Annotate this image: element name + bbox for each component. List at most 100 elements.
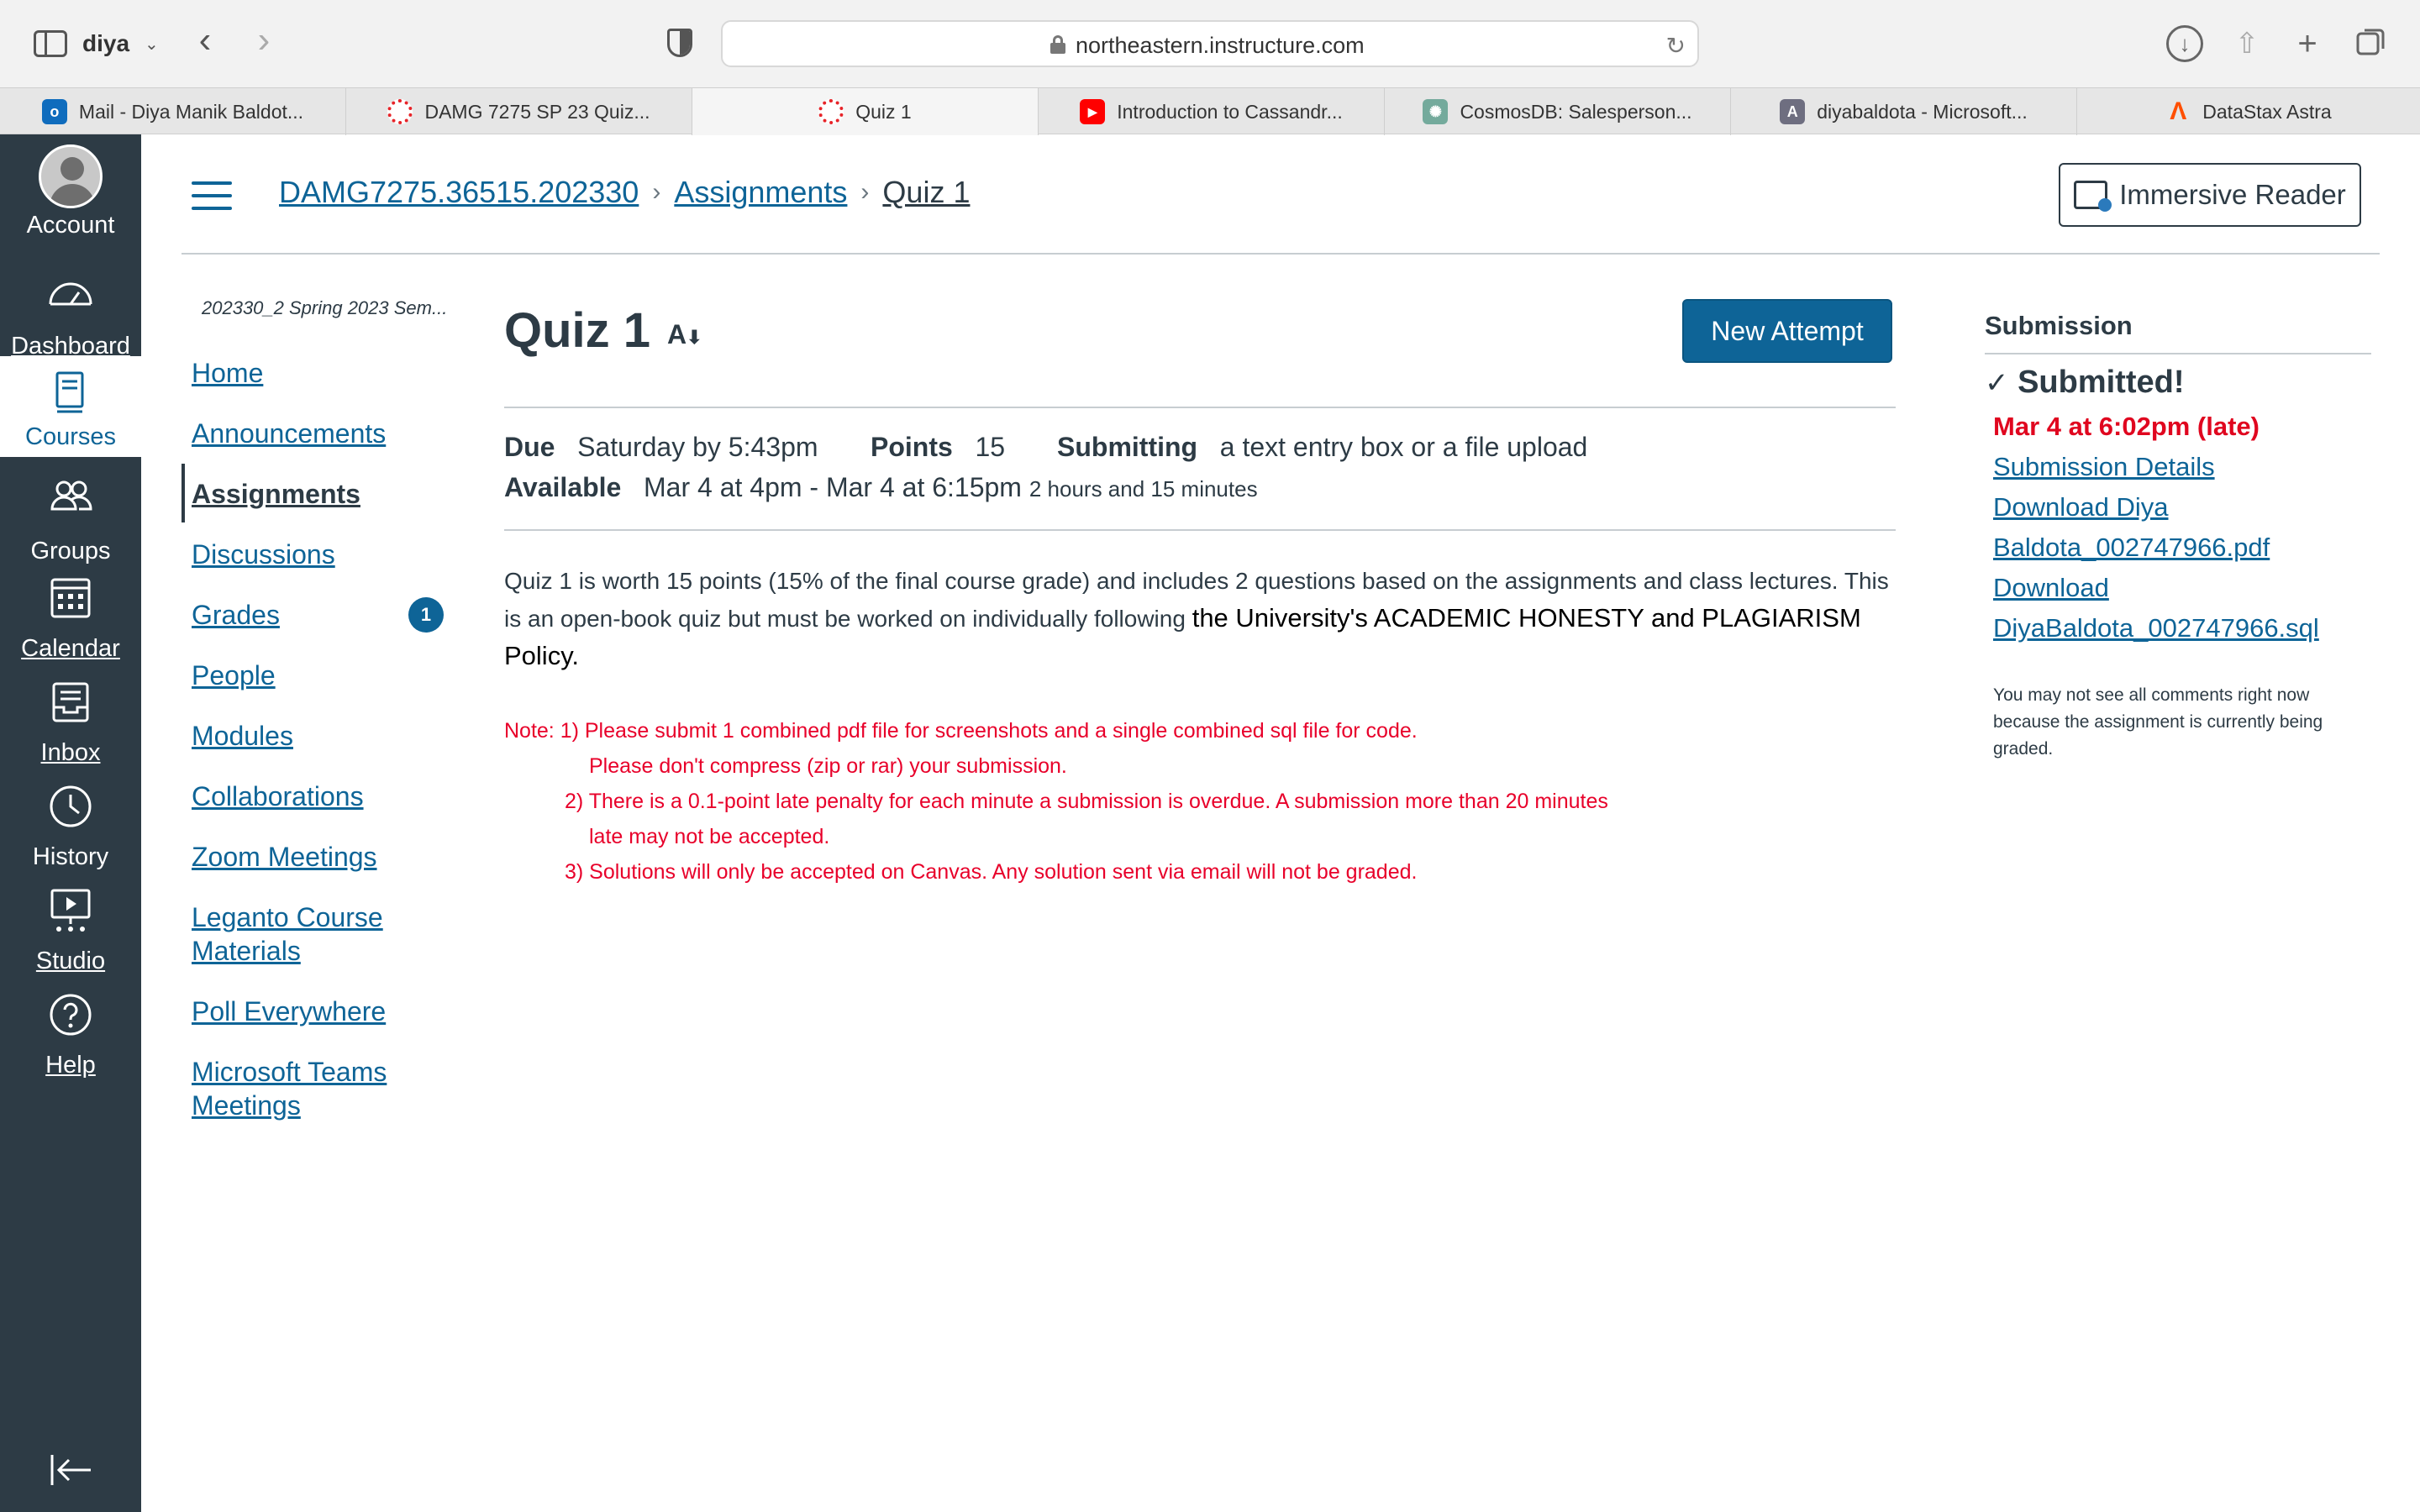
canvas-icon	[818, 99, 844, 124]
tab-label: Quiz 1	[855, 100, 912, 123]
submission-details-link[interactable]: Submission Details	[1993, 452, 2215, 482]
tab-datastax[interactable]: Λ DataStax Astra	[2077, 88, 2420, 135]
submitting-row: Submitting a text entry box or a file up…	[1057, 432, 1587, 463]
nav-history[interactable]: History	[0, 769, 141, 870]
tab-label: diyabaldota - Microsoft...	[1817, 100, 2028, 123]
courses-icon	[55, 371, 84, 413]
tab-label: DataStax Astra	[2202, 100, 2332, 123]
course-nav-collaborations[interactable]: Collaborations	[192, 780, 364, 813]
points-value: 15	[975, 432, 1006, 462]
nav-inbox[interactable]: Inbox	[0, 665, 141, 766]
note-line: late may not be accepted.	[589, 825, 830, 848]
studio-icon	[50, 889, 91, 932]
available-value: Mar 4 at 4pm - Mar 4 at 6:15pm	[644, 472, 1022, 502]
reload-icon[interactable]: ↻	[1666, 32, 1686, 60]
tab-quiz-course[interactable]: DAMG 7275 SP 23 Quiz...	[346, 88, 692, 135]
note-line: Note: 1) Please submit 1 combined pdf fi…	[504, 719, 1418, 743]
tab-overview-icon[interactable]	[2353, 25, 2390, 62]
submission-status: ✓ Submitted!	[1985, 365, 2185, 401]
tab-label: CosmosDB: Salesperson...	[1460, 100, 1692, 123]
download-pdf-link-line2[interactable]: Baldota_002747966.pdf	[1993, 533, 2270, 563]
breadcrumb-assignments[interactable]: Assignments	[674, 175, 847, 210]
tab-cosmosdb[interactable]: ✺ CosmosDB: Salesperson...	[1385, 88, 1731, 135]
available-label: Available	[504, 472, 622, 502]
submitting-value: a text entry box or a file upload	[1219, 432, 1588, 462]
course-nav-zoom[interactable]: Zoom Meetings	[192, 840, 377, 874]
submission-heading: Submission	[1985, 311, 2133, 340]
course-nav-grades[interactable]: Grades	[192, 598, 280, 632]
nav-label: History	[32, 843, 109, 870]
download-sql-link-line2[interactable]: DiyaBaldota_002747966.sql	[1993, 613, 2319, 643]
checkmark-icon: ✓	[1985, 367, 2009, 399]
course-nav-assignments[interactable]: Assignments	[192, 477, 360, 511]
groups-icon	[50, 480, 92, 511]
breadcrumb-current[interactable]: Quiz 1	[882, 175, 970, 210]
divider	[1985, 353, 2371, 354]
forward-button[interactable]: ›	[245, 22, 282, 62]
tab-mail[interactable]: o Mail - Diya Manik Baldot...	[0, 88, 346, 135]
address-bar[interactable]: northeastern.instructure.com ↻	[721, 20, 1699, 67]
chevron-right-icon: ›	[652, 178, 661, 206]
course-nav-leganto-line2[interactable]: Materials	[192, 934, 301, 968]
download-pdf-link[interactable]: Download Diya	[1993, 492, 2169, 522]
course-nav-teams-line1[interactable]: Microsoft Teams	[192, 1055, 387, 1089]
privacy-shield-icon[interactable]	[667, 29, 692, 57]
sidebar-toggle-icon[interactable]	[34, 30, 67, 57]
course-nav-teams-line2[interactable]: Meetings	[192, 1089, 301, 1122]
help-icon	[50, 994, 92, 1036]
tab-label: Introduction to Cassandr...	[1117, 100, 1343, 123]
chatgpt-icon: ✺	[1423, 99, 1449, 124]
assignment-description: Quiz 1 is worth 15 points (15% of the fi…	[504, 563, 1899, 675]
course-nav-poll-everywhere[interactable]: Poll Everywhere	[192, 995, 386, 1028]
course-nav-people[interactable]: People	[192, 659, 276, 692]
new-attempt-button[interactable]: New Attempt	[1682, 299, 1892, 363]
back-button[interactable]: ‹	[187, 22, 224, 62]
header-divider	[182, 253, 2380, 255]
text-size-icon[interactable]: A⬇	[667, 319, 702, 350]
nav-dashboard[interactable]: Dashboard	[0, 262, 141, 363]
a-letter-icon: A	[1780, 99, 1806, 124]
course-nav-announcements[interactable]: Announcements	[192, 417, 386, 450]
nav-groups[interactable]: Groups	[0, 467, 141, 568]
nav-calendar[interactable]: Calendar	[0, 561, 141, 662]
tab-microsoft[interactable]: A diyabaldota - Microsoft...	[1731, 88, 2077, 135]
points-label: Points	[871, 432, 953, 462]
course-nav-modules[interactable]: Modules	[192, 719, 293, 753]
nav-studio[interactable]: Studio	[0, 874, 141, 974]
page-header: DAMG7275.36515.202330 › Assignments › Qu…	[141, 134, 2420, 255]
course-nav-leganto-line1[interactable]: Leganto Course	[192, 900, 383, 934]
avatar-icon	[39, 144, 103, 208]
nav-label: Inbox	[40, 739, 101, 766]
available-row: Available Mar 4 at 4pm - Mar 4 at 6:15pm…	[504, 472, 1258, 503]
nav-label: Help	[45, 1052, 96, 1079]
hamburger-menu-icon[interactable]	[192, 181, 232, 210]
breadcrumb-course[interactable]: DAMG7275.36515.202330	[279, 175, 639, 210]
astra-icon: Λ	[2170, 97, 2187, 125]
profile-switcher[interactable]: diya ⌄	[34, 25, 159, 62]
due-value: Saturday by 5:43pm	[577, 432, 818, 462]
divider	[504, 407, 1896, 408]
history-icon	[50, 785, 92, 827]
status-text: Submitted!	[2018, 365, 2185, 400]
url-text: northeastern.instructure.com	[1076, 33, 1365, 58]
course-nav-discussions[interactable]: Discussions	[192, 538, 335, 571]
share-icon[interactable]: ⇧	[2228, 25, 2265, 62]
collapse-nav-icon[interactable]	[49, 1452, 92, 1488]
nav-courses[interactable]: Courses	[0, 356, 141, 457]
nav-label: Account	[26, 212, 115, 239]
lock-icon	[1050, 35, 1065, 54]
downloads-icon[interactable]: ↓	[2166, 25, 2203, 62]
note-line: 3) Solutions will only be accepted on Ca…	[565, 860, 1418, 884]
immersive-reader-icon	[2074, 181, 2112, 212]
tab-cassandra[interactable]: ▶ Introduction to Cassandr...	[1039, 88, 1385, 135]
download-sql-link[interactable]: Download	[1993, 573, 2109, 603]
nav-label: Courses	[25, 423, 116, 450]
nav-account[interactable]: Account	[0, 134, 141, 245]
course-nav-home[interactable]: Home	[192, 356, 263, 390]
page-title: Quiz 1	[504, 303, 651, 358]
immersive-reader-button[interactable]: Immersive Reader	[2059, 163, 2361, 227]
tab-quiz-1[interactable]: Quiz 1	[692, 88, 1039, 135]
browser-toolbar: diya ⌄ ‹ › northeastern.instructure.com …	[0, 0, 2420, 87]
nav-help[interactable]: Help	[0, 978, 141, 1079]
new-tab-icon[interactable]: +	[2289, 25, 2326, 62]
